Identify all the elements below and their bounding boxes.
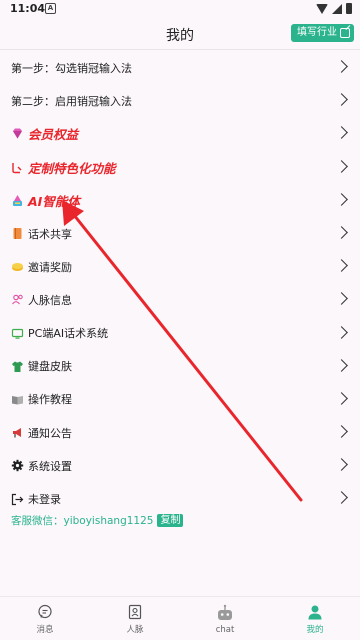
- login-icon: [11, 493, 24, 506]
- menu-item-label: 操作教程: [28, 393, 72, 407]
- menu-item-label: 邀请奖励: [28, 260, 72, 274]
- menu-item-label: 未登录: [28, 493, 61, 507]
- app-notification-icon: A: [45, 3, 56, 14]
- tab-messages[interactable]: 消息: [0, 597, 90, 640]
- menu-item-custom-features[interactable]: 定制特色化功能: [0, 151, 360, 184]
- chevron-right-icon: [335, 491, 348, 505]
- battery-icon: [346, 3, 352, 14]
- wifi-icon: [316, 3, 328, 14]
- menu-item-label: 键盘皮肤: [28, 360, 72, 374]
- menu-item-label: 话术共享: [28, 227, 72, 241]
- menu-item-label: PC端AI话术系统: [28, 327, 109, 341]
- book-icon: [11, 393, 24, 406]
- bottom-tab-bar: 消息 人脉 chat 我的: [0, 596, 360, 640]
- custom-icon: [11, 161, 24, 174]
- message-icon: [38, 604, 52, 619]
- chevron-right-icon: [335, 358, 348, 372]
- menu-item-step2[interactable]: 第二步：启用销冠输入法: [0, 84, 360, 117]
- chevron-right-icon: [335, 292, 348, 306]
- menu-item-login[interactable]: 未登录: [0, 482, 360, 515]
- ai-agent-icon: [11, 194, 24, 207]
- menu-item-label: 会员权益: [28, 127, 79, 143]
- chevron-right-icon: [335, 425, 348, 438]
- menu-item-label: 人脉信息: [28, 293, 72, 307]
- settings-menu: 第一步：勾选销冠输入法 第二步：启用销冠输入法 会员权益 定制特色化功能 AI智…: [0, 51, 360, 516]
- fill-industry-button[interactable]: 填写行业: [291, 24, 354, 42]
- menu-item-contacts[interactable]: 人脉信息: [0, 283, 360, 316]
- profile-icon: [308, 605, 322, 620]
- menu-item-label: AI智能体: [28, 193, 80, 209]
- edit-icon: [340, 28, 350, 38]
- menu-item-script-share[interactable]: 话术共享: [0, 217, 360, 250]
- menu-item-label: 第二步：启用销冠输入法: [11, 94, 132, 108]
- contacts-icon: [11, 293, 24, 306]
- menu-item-announcements[interactable]: 通知公告: [0, 416, 360, 449]
- copy-button[interactable]: 复制: [157, 514, 184, 527]
- tab-profile[interactable]: 我的: [270, 597, 360, 640]
- tab-label: 消息: [36, 625, 54, 635]
- top-bar: 我的 填写行业: [0, 18, 360, 50]
- menu-item-ai-agent[interactable]: AI智能体: [0, 184, 360, 217]
- menu-item-membership[interactable]: 会员权益: [0, 117, 360, 150]
- contacts-card-icon: [128, 604, 142, 620]
- tab-label: 人脉: [126, 625, 144, 635]
- chevron-right-icon: [335, 60, 348, 73]
- chevron-right-icon: [335, 226, 348, 239]
- menu-item-system-settings[interactable]: 系统设置: [0, 449, 360, 482]
- diamond-icon: [11, 127, 24, 140]
- tab-label: chat: [215, 625, 235, 635]
- chevron-right-icon: [335, 392, 348, 405]
- menu-item-label: 通知公告: [28, 426, 72, 440]
- chevron-right-icon: [335, 325, 348, 339]
- status-bar: 11:04 A: [0, 0, 360, 18]
- monitor-icon: [11, 327, 24, 340]
- chevron-right-icon: [335, 259, 348, 272]
- robot-icon: [218, 604, 232, 620]
- gear-icon: [11, 459, 24, 472]
- shirt-icon: [11, 360, 24, 373]
- chevron-right-icon: [335, 126, 348, 140]
- share-book-icon: [11, 227, 24, 240]
- tab-contacts[interactable]: 人脉: [90, 597, 180, 640]
- menu-item-label: 定制特色化功能: [28, 160, 116, 176]
- menu-item-pc-system[interactable]: PC端AI话术系统: [0, 317, 360, 350]
- status-indicators: [316, 3, 352, 14]
- chevron-right-icon: [335, 159, 348, 173]
- menu-item-tutorial[interactable]: 操作教程: [0, 383, 360, 416]
- fill-industry-label: 填写行业: [297, 27, 337, 38]
- chevron-right-icon: [335, 93, 348, 107]
- chevron-right-icon: [335, 458, 348, 472]
- menu-item-invite-reward[interactable]: 邀请奖励: [0, 250, 360, 283]
- menu-item-keyboard-skin[interactable]: 键盘皮肤: [0, 350, 360, 383]
- chevron-right-icon: [335, 192, 348, 206]
- coins-icon: [11, 260, 24, 273]
- tab-label: 我的: [306, 625, 324, 635]
- menu-item-step1[interactable]: 第一步：勾选销冠输入法: [0, 51, 360, 84]
- service-wechat-text: 客服微信：yiboyishang1125: [11, 515, 154, 527]
- menu-item-label: 系统设置: [28, 459, 72, 473]
- status-time: 11:04: [10, 2, 46, 15]
- signal-icon: [332, 3, 342, 14]
- customer-service-wechat: 客服微信：yiboyishang1125 复制: [11, 513, 184, 528]
- megaphone-icon: [11, 426, 24, 439]
- tab-chat[interactable]: chat: [180, 597, 270, 640]
- menu-item-label: 第一步：勾选销冠输入法: [11, 61, 132, 75]
